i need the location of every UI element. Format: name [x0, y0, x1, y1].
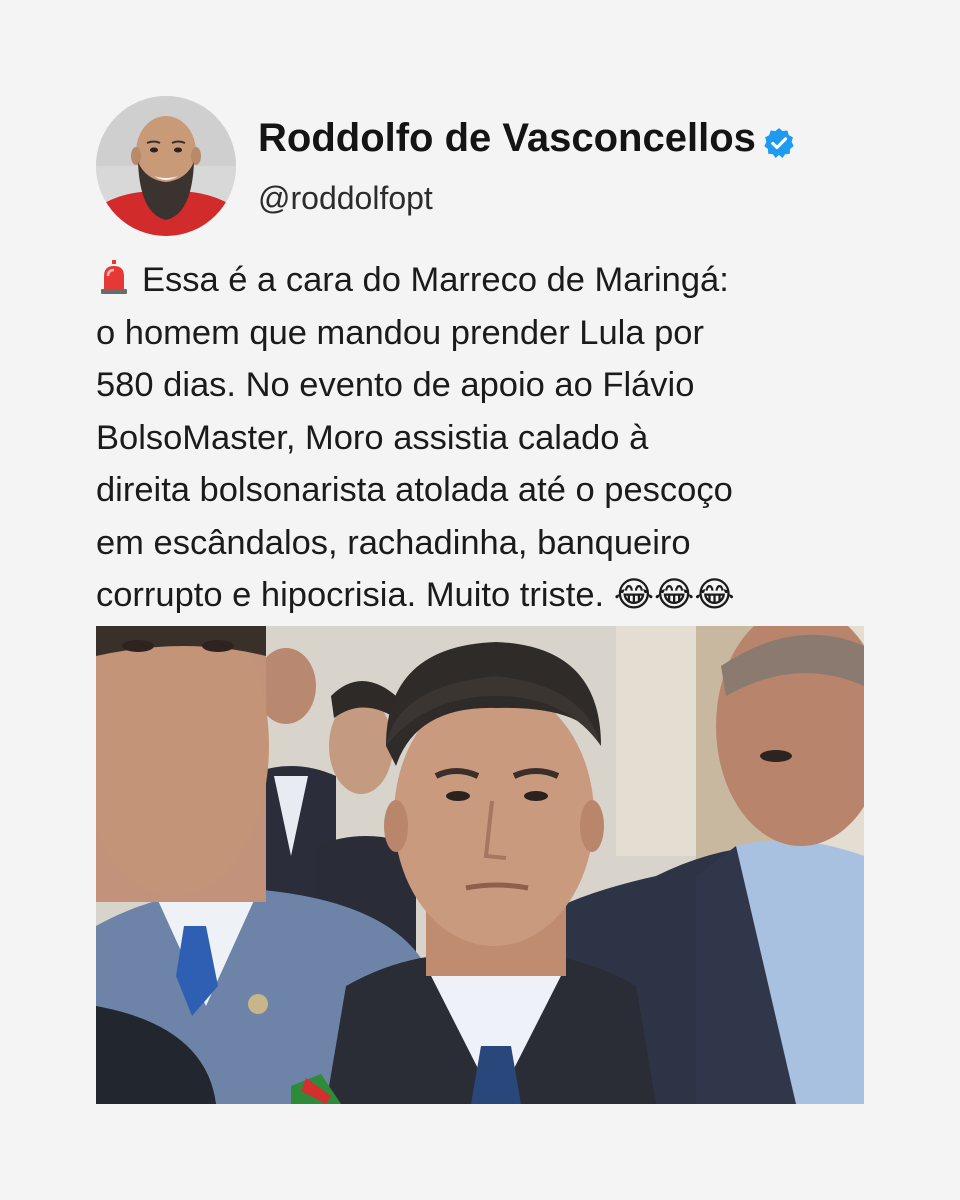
avatar-image [96, 96, 236, 236]
post-card: Roddolfo de Vasconcellos @roddolfopt Ess… [0, 0, 960, 1200]
post-photo[interactable] [96, 626, 864, 1104]
post-text: Essa é a cara do Marreco de Maringá: o h… [96, 254, 886, 622]
avatar[interactable] [96, 96, 236, 236]
siren-icon [96, 259, 132, 295]
post-text-body: Essa é a cara do Marreco de Maringá: o h… [96, 261, 735, 614]
photo-image [96, 626, 864, 1104]
verified-badge-icon [762, 121, 796, 159]
author-name[interactable]: Roddolfo de Vasconcellos [258, 112, 796, 164]
author-name-text[interactable]: Roddolfo de Vasconcellos [258, 112, 756, 164]
author-handle[interactable]: @roddolfopt [258, 176, 433, 220]
